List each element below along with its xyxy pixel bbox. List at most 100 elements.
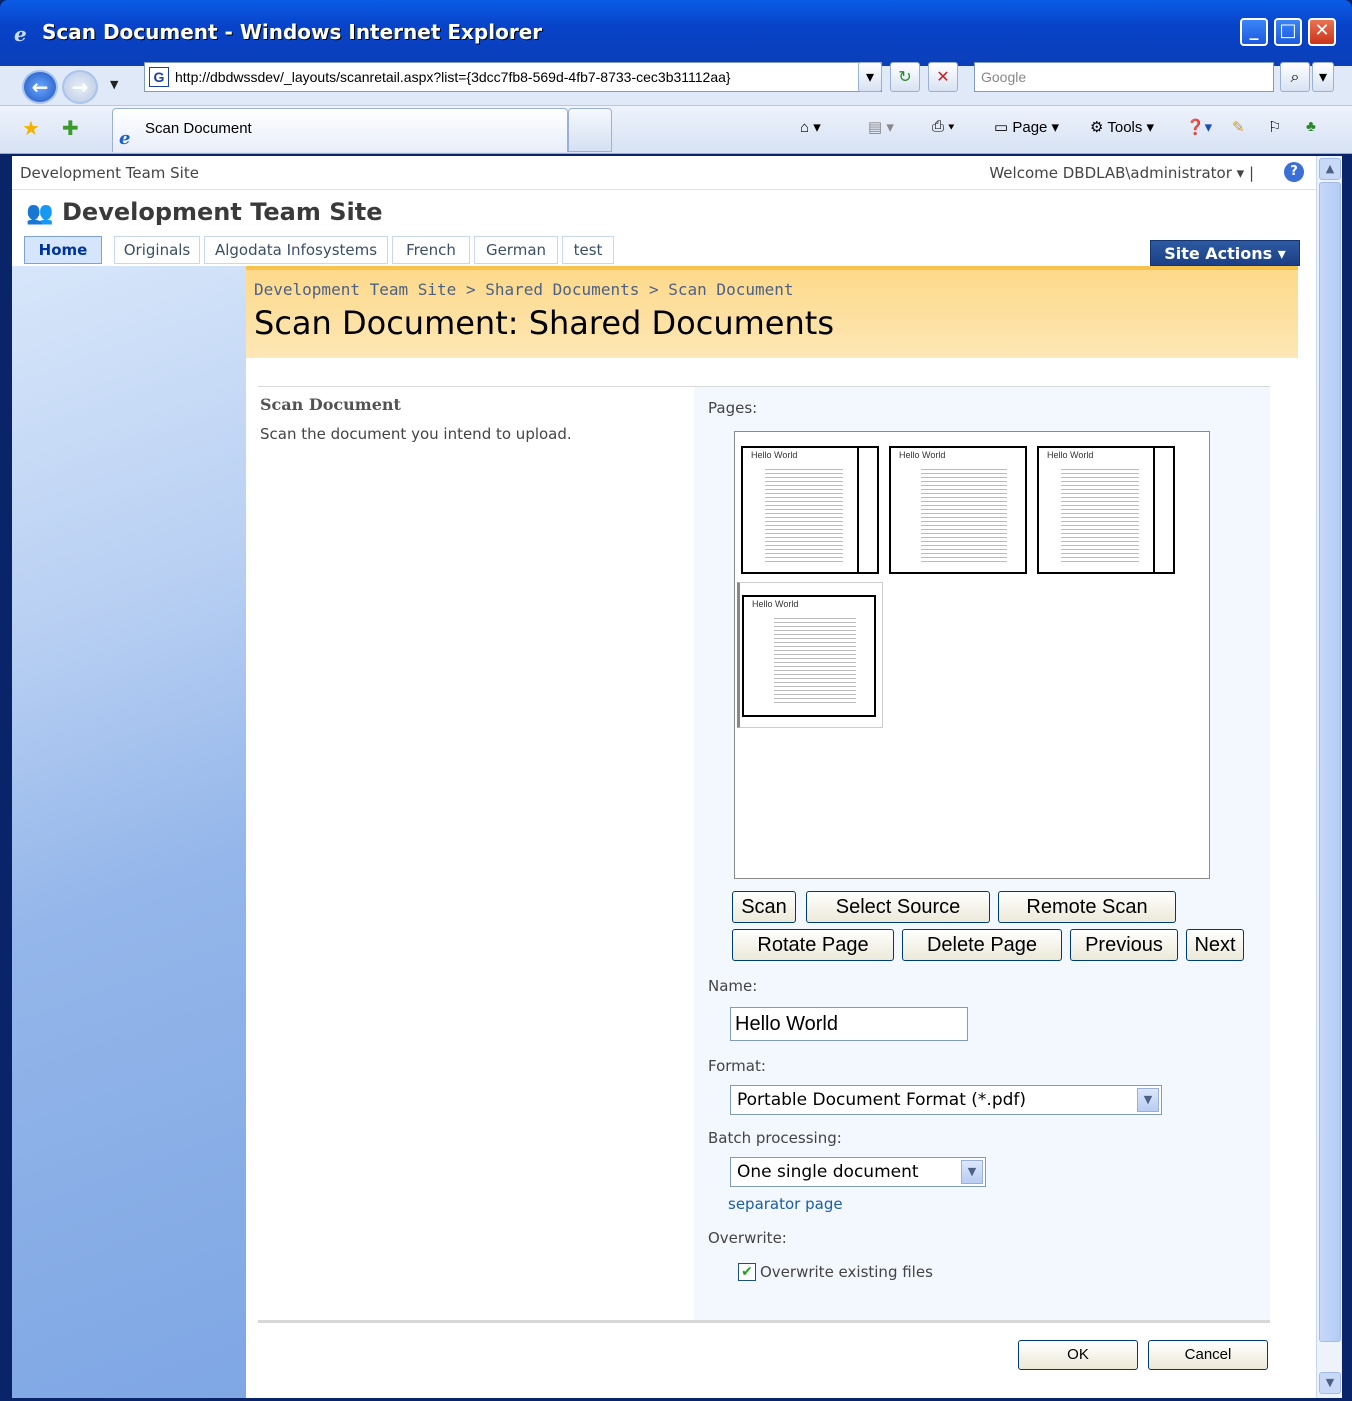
overwrite-checkbox-label[interactable]: Overwrite existing files: [760, 1263, 933, 1281]
cancel-button[interactable]: Cancel: [1148, 1340, 1268, 1370]
left-navigation: [12, 266, 246, 1398]
form-divider: [258, 1320, 1270, 1323]
page-title: Scan Document: Shared Documents: [254, 304, 834, 342]
page-thumbnail[interactable]: Hello World: [741, 446, 879, 574]
page-menu[interactable]: ▭ Page ▾: [994, 118, 1059, 136]
welcome-menu[interactable]: Welcome DBDLAB\administrator ▾ |: [989, 164, 1254, 182]
tab-active[interactable]: e Scan Document: [112, 108, 568, 152]
thumbnail-title: Hello World: [751, 450, 798, 460]
title-bar: e Scan Document - Windows Internet Explo…: [0, 0, 1352, 66]
chevron-down-icon[interactable]: ▼: [961, 1160, 983, 1184]
scan-button[interactable]: Scan: [732, 891, 796, 923]
tab-german[interactable]: German: [474, 236, 558, 264]
site-title-text: Development Team Site: [62, 198, 383, 226]
chevron-down-icon[interactable]: ▼: [1137, 1088, 1159, 1112]
home-icon[interactable]: ⌂ ▾: [800, 118, 821, 136]
address-dropdown-icon[interactable]: ▾: [858, 62, 882, 92]
format-label: Format:: [708, 1057, 766, 1075]
messenger-icon[interactable]: ⚐: [1268, 118, 1281, 136]
search-icon[interactable]: ⌕: [1280, 62, 1310, 92]
breadcrumb-shared-documents[interactable]: Shared Documents: [485, 280, 639, 299]
help-icon[interactable]: ?: [1284, 162, 1304, 182]
research-icon[interactable]: ✎: [1232, 118, 1245, 136]
scroll-down-icon[interactable]: ▼: [1319, 1372, 1341, 1394]
breadcrumb-site[interactable]: Development Team Site: [254, 280, 456, 299]
section-title: Scan Document: [260, 395, 401, 414]
next-button[interactable]: Next: [1186, 929, 1244, 961]
tab-title: Scan Document: [145, 120, 252, 137]
site-link[interactable]: Development Team Site: [20, 164, 199, 182]
section-description: Scan the document you intend to upload.: [260, 425, 572, 443]
thumbnail-title: Hello World: [899, 450, 946, 460]
vertical-scrollbar[interactable]: ▲ ▼: [1316, 156, 1342, 1398]
rotate-page-button[interactable]: Rotate Page: [732, 929, 894, 961]
site-actions-menu[interactable]: Site Actions ▾: [1150, 240, 1300, 266]
feeds-icon[interactable]: ▤ ▾: [868, 118, 894, 136]
tab-algodata-infosystems[interactable]: Algodata Infosystems: [204, 236, 388, 264]
ok-button[interactable]: OK: [1018, 1340, 1138, 1370]
delete-page-button[interactable]: Delete Page: [902, 929, 1062, 961]
thumbnail-content: [774, 615, 856, 703]
people-icon: 👥: [26, 201, 54, 226]
form-description: Scan Document Scan the document you inte…: [258, 386, 694, 1322]
breadcrumb-separator: >: [648, 280, 659, 299]
print-icon[interactable]: ⎙ ▾: [932, 118, 954, 135]
forward-button[interactable]: →: [62, 70, 98, 104]
batch-processing-label: Batch processing:: [708, 1129, 842, 1147]
favorites-star-icon[interactable]: ★: [22, 116, 40, 140]
tab-test[interactable]: test: [562, 236, 614, 264]
form-fields: Pages: Hello World Hello World Hello Wor…: [694, 386, 1270, 1322]
search-input[interactable]: Google: [974, 62, 1274, 92]
name-input[interactable]: Hello World: [730, 1007, 968, 1041]
tools-menu[interactable]: ⚙ Tools ▾: [1090, 118, 1154, 136]
breadcrumb-separator: >: [465, 280, 476, 299]
ie-tab-icon: e: [119, 128, 131, 149]
address-input[interactable]: G http://dbdwssdev/_layouts/scanretail.a…: [144, 62, 882, 92]
scroll-up-icon[interactable]: ▲: [1319, 158, 1341, 180]
site-title[interactable]: 👥 Development Team Site: [26, 198, 383, 226]
format-select[interactable]: Portable Document Format (*.pdf) ▼: [730, 1085, 1162, 1115]
selected-thumbnail-frame[interactable]: Hello World: [737, 582, 883, 728]
remote-scan-button[interactable]: Remote Scan: [998, 891, 1176, 923]
breadcrumb: Development Team Site > Shared Documents…: [254, 280, 794, 299]
welcome-text: Welcome DBDLAB\administrator: [989, 164, 1232, 182]
thumbnail-edge: [857, 448, 859, 572]
site-actions-label: Site Actions: [1164, 244, 1273, 263]
add-favorite-icon[interactable]: ✚: [62, 116, 79, 140]
new-tab-button[interactable]: [568, 108, 612, 152]
thumbnail-content: [1061, 466, 1139, 562]
history-dropdown-icon[interactable]: ▼: [110, 78, 118, 91]
thumbnail-title: Hello World: [1047, 450, 1094, 460]
minimize-button[interactable]: _: [1240, 18, 1268, 46]
address-url: http://dbdwssdev/_layouts/scanretail.asp…: [175, 69, 731, 85]
gear-icon: ⚙: [1090, 119, 1104, 136]
tab-french[interactable]: French: [392, 236, 470, 264]
tab-originals[interactable]: Originals: [114, 236, 200, 264]
page-thumbnail-selected[interactable]: Hello World: [742, 595, 876, 717]
overwrite-checkbox[interactable]: ✔: [738, 1263, 756, 1281]
toolbar-extra-icon[interactable]: ♣: [1306, 118, 1316, 135]
scan-page-viewer[interactable]: Hello World Hello World Hello World Hell…: [734, 431, 1210, 879]
help-icon[interactable]: ❓▾: [1186, 118, 1212, 136]
thumbnail-edge: [1153, 448, 1155, 572]
stop-icon[interactable]: ✕: [928, 62, 958, 92]
batch-selected-value: One single document: [737, 1162, 919, 1182]
page-thumbnail[interactable]: Hello World: [889, 446, 1027, 574]
search-options-icon[interactable]: ▾: [1312, 62, 1334, 92]
previous-button[interactable]: Previous: [1070, 929, 1178, 961]
scrollbar-thumb[interactable]: [1319, 182, 1341, 1342]
window-title: Scan Document - Windows Internet Explore…: [42, 20, 543, 44]
batch-processing-select[interactable]: One single document ▼: [730, 1157, 986, 1187]
tab-home[interactable]: Home: [24, 236, 102, 264]
select-source-button[interactable]: Select Source: [806, 891, 990, 923]
back-button[interactable]: ←: [22, 70, 58, 104]
page-thumbnail[interactable]: Hello World: [1037, 446, 1175, 574]
page-menu-label: Page: [1012, 119, 1048, 136]
breadcrumb-current: Scan Document: [668, 280, 794, 299]
format-selected-value: Portable Document Format (*.pdf): [737, 1090, 1027, 1110]
maximize-button[interactable]: □: [1274, 18, 1302, 46]
refresh-icon[interactable]: ↻: [890, 62, 920, 92]
close-button[interactable]: ✕: [1308, 18, 1336, 46]
thumbnail-content: [921, 466, 1007, 562]
separator-page-link[interactable]: separator page: [728, 1195, 843, 1213]
